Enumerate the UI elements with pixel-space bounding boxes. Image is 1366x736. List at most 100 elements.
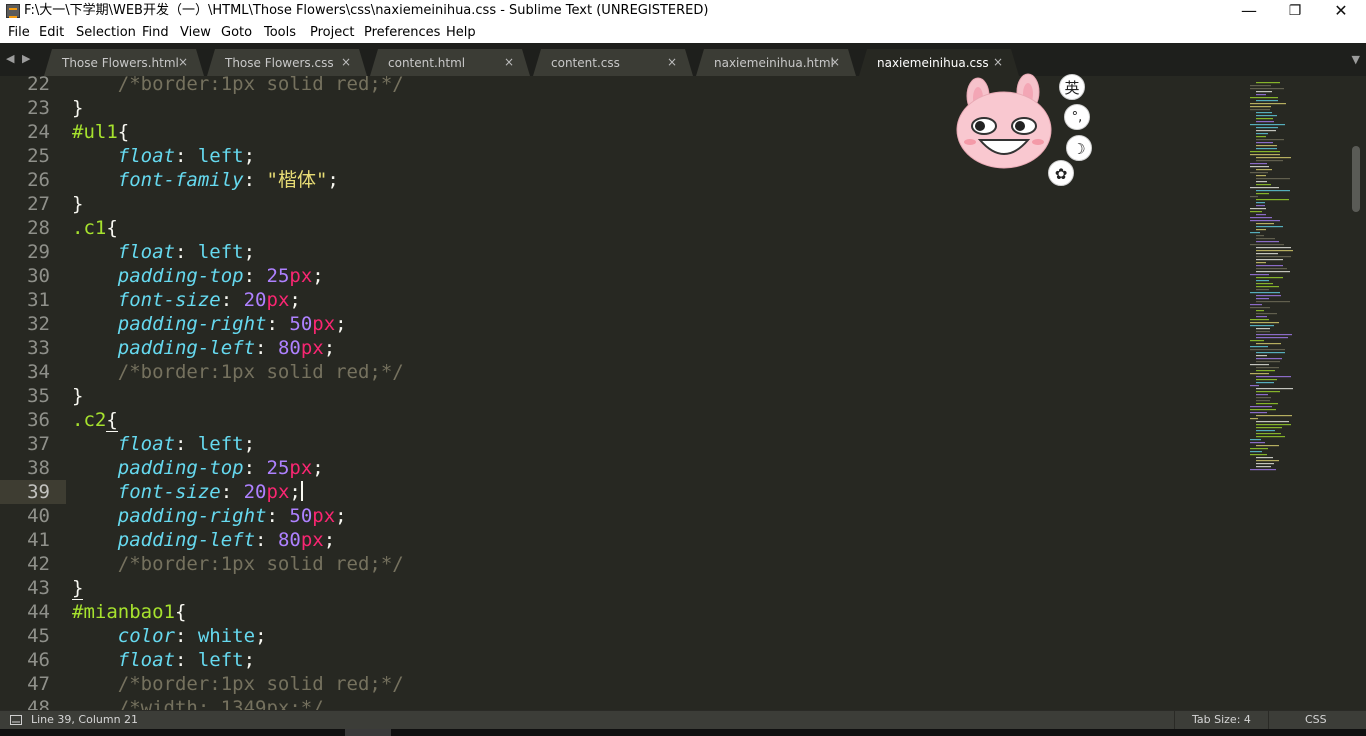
minimap-line [1256, 376, 1291, 378]
gutter-row[interactable]: 40 [0, 504, 66, 528]
ime-language-button[interactable]: 英 [1059, 74, 1085, 100]
gutter-row[interactable]: 47 [0, 672, 66, 696]
code-line[interactable]: float: left; [72, 432, 255, 456]
minimap-line [1250, 172, 1268, 174]
minimize-button[interactable]: — [1226, 0, 1272, 23]
ime-skin-butterfly-icon[interactable]: ✿ [1048, 160, 1074, 186]
tab-close-icon[interactable]: × [341, 55, 351, 69]
minimap-line [1250, 322, 1279, 324]
tab-content-html[interactable]: content.html × [370, 49, 530, 76]
tab-size-selector[interactable]: Tab Size: 4 [1192, 713, 1251, 726]
code-line[interactable]: /*border:1px solid red;*/ [72, 672, 404, 696]
menu-file[interactable]: File [8, 25, 30, 41]
gutter-row[interactable]: 39 [0, 480, 66, 504]
code-line[interactable]: float: left; [72, 648, 255, 672]
tab-those-flowers-css[interactable]: Those Flowers.css × [207, 49, 367, 76]
tab-close-icon[interactable]: × [178, 55, 188, 69]
gutter-row[interactable]: 38 [0, 456, 66, 480]
code-editor[interactable]: 22 23 24 25 26 27 28 29 30 31 32 33 34 35 36 37 38 39 40 41… [0, 76, 1366, 710]
console-toggle-icon[interactable] [10, 715, 22, 725]
code-token: ; [243, 241, 256, 263]
code-line[interactable]: } [72, 576, 84, 600]
minimap-line [1256, 169, 1272, 171]
code-line[interactable]: color: white; [72, 624, 267, 648]
code-line[interactable]: padding-left: 80px; [72, 336, 335, 360]
gutter-row[interactable]: 26 [0, 168, 66, 192]
gutter-row[interactable]: 34 [0, 360, 66, 384]
menu-edit[interactable]: Edit [39, 25, 64, 41]
gutter-row[interactable]: 28 [0, 216, 66, 240]
gutter-row[interactable]: 23 [0, 96, 66, 120]
code-token: px [312, 505, 336, 527]
code-line[interactable]: font-family: "楷体"; [72, 168, 339, 192]
code-line[interactable]: .c1{ [72, 216, 118, 240]
menu-preferences[interactable]: Preferences [364, 25, 440, 41]
code-line[interactable]: float: left; [72, 240, 255, 264]
gutter-row[interactable]: 43 [0, 576, 66, 600]
menu-help[interactable]: Help [446, 25, 476, 41]
gutter-row[interactable]: 37 [0, 432, 66, 456]
menu-tools[interactable]: Tools [264, 25, 296, 41]
code-line[interactable]: /*border:1px solid red;*/ [72, 552, 404, 576]
gutter-row[interactable]: 46 [0, 648, 66, 672]
code-line[interactable]: padding-right: 50px; [72, 504, 347, 528]
close-window-button[interactable]: ✕ [1318, 0, 1364, 23]
code-line[interactable]: /*width: 1349px;*/ [72, 696, 324, 710]
code-line[interactable]: padding-left: 80px; [72, 528, 335, 552]
gutter-row[interactable]: 32 [0, 312, 66, 336]
tab-close-icon[interactable]: × [667, 55, 677, 69]
gutter-row[interactable]: 22 [0, 76, 66, 96]
tab-back-icon[interactable]: ◀ [6, 52, 14, 65]
maximize-button[interactable]: ❐ [1272, 0, 1318, 23]
gutter-row[interactable]: 24 [0, 120, 66, 144]
tab-content-css[interactable]: content.css × [533, 49, 693, 76]
tab-close-icon[interactable]: × [830, 55, 840, 69]
code-line[interactable]: font-size: 20px; [72, 480, 303, 504]
ime-moon-icon[interactable]: ☽ [1066, 135, 1092, 161]
gutter-row[interactable]: 27 [0, 192, 66, 216]
gutter-row[interactable]: 30 [0, 264, 66, 288]
ime-punctuation-button[interactable]: °, [1064, 104, 1090, 130]
code-line[interactable]: padding-top: 25px; [72, 264, 324, 288]
tab-naxiemeinihua-html[interactable]: naxiemeinihua.html × [696, 49, 856, 76]
code-line[interactable]: /*border:1px solid red;*/ [72, 76, 404, 96]
code-line[interactable]: } [72, 96, 83, 120]
tab-close-icon[interactable]: × [504, 55, 514, 69]
menu-selection[interactable]: Selection [76, 25, 136, 41]
gutter-row[interactable]: 44 [0, 600, 66, 624]
menu-view[interactable]: View [180, 25, 211, 41]
line-number: 44 [27, 601, 50, 623]
menu-project[interactable]: Project [310, 25, 354, 41]
gutter-row[interactable]: 36 [0, 408, 66, 432]
code-line[interactable]: /*border:1px solid red;*/ [72, 360, 404, 384]
tab-list-dropdown-icon[interactable]: ▼ [1352, 53, 1360, 66]
code-line[interactable]: padding-right: 50px; [72, 312, 347, 336]
tab-forward-icon[interactable]: ▶ [22, 52, 30, 65]
code-line[interactable]: font-size: 20px; [72, 288, 301, 312]
gutter-row[interactable]: 48 [0, 696, 66, 710]
gutter-row[interactable]: 45 [0, 624, 66, 648]
gutter-row[interactable]: 29 [0, 240, 66, 264]
code-line[interactable]: } [72, 192, 83, 216]
code-line[interactable]: #mianbao1{ [72, 600, 186, 624]
gutter-row[interactable]: 25 [0, 144, 66, 168]
code-line[interactable]: float: left; [72, 144, 255, 168]
gutter-row[interactable]: 42 [0, 552, 66, 576]
menu-find[interactable]: Find [142, 25, 169, 41]
code-line[interactable]: } [72, 384, 83, 408]
code-line[interactable]: padding-top: 25px; [72, 456, 324, 480]
gutter-row[interactable]: 31 [0, 288, 66, 312]
minimap[interactable] [1248, 76, 1328, 710]
menu-goto[interactable]: Goto [221, 25, 252, 41]
tab-those-flowers-html[interactable]: Those Flowers.html × [44, 49, 204, 76]
gutter-row[interactable]: 41 [0, 528, 66, 552]
minimap-line [1250, 97, 1278, 99]
gutter-row[interactable]: 35 [0, 384, 66, 408]
tab-close-icon[interactable]: × [993, 55, 1003, 69]
code-line[interactable]: .c2{ [72, 408, 118, 432]
vertical-scrollbar[interactable] [1352, 146, 1360, 212]
code-line[interactable]: #ul1{ [72, 120, 129, 144]
syntax-selector[interactable]: CSS [1305, 713, 1327, 726]
minimap-line [1256, 142, 1273, 144]
gutter-row[interactable]: 33 [0, 336, 66, 360]
